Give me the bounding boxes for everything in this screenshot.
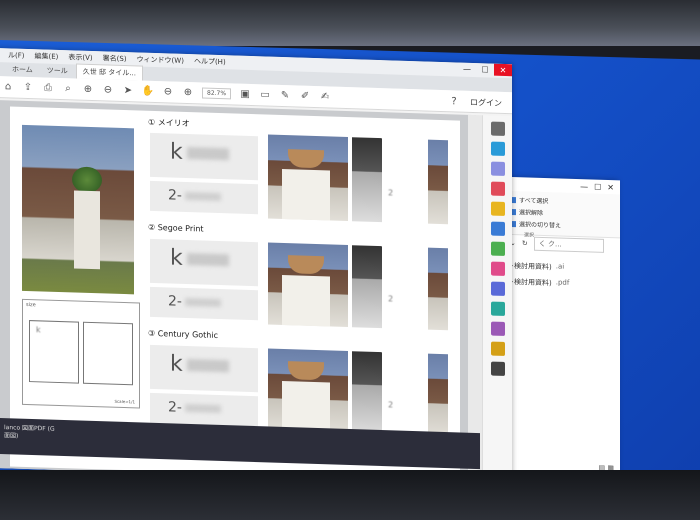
- menu-sign[interactable]: 署名(S): [103, 53, 127, 64]
- size-diagram: size k Scale=1/1: [22, 298, 140, 409]
- menu-edit[interactable]: 編集(E): [35, 51, 59, 62]
- monitor-bezel-bottom: [0, 470, 700, 520]
- next-page-icon[interactable]: ⊖: [102, 84, 114, 96]
- maximize-icon[interactable]: ☐: [476, 63, 494, 76]
- size-label: size: [26, 301, 36, 309]
- zoom-in-icon[interactable]: ⊕: [182, 86, 194, 98]
- draw-icon[interactable]: ✐: [299, 90, 311, 102]
- preview-photo: [268, 348, 348, 434]
- sample-number-text: 2-: [168, 187, 221, 205]
- menu-window[interactable]: ウィンドウ(W): [137, 54, 184, 65]
- tab-home[interactable]: ホーム: [6, 62, 39, 77]
- more-tools-icon[interactable]: [490, 361, 505, 376]
- search-input[interactable]: く ク...: [533, 236, 604, 253]
- export-pdf-icon[interactable]: [490, 181, 505, 196]
- section-title: ② Segoe Print: [148, 222, 204, 234]
- name-sample: k: [150, 132, 258, 181]
- create-pdf-icon[interactable]: [490, 141, 505, 156]
- zoom-out-icon[interactable]: ⊖: [162, 86, 174, 98]
- number-sample: 2-: [150, 392, 258, 427]
- preview-photo-side: [352, 351, 382, 435]
- entrance-photo: [22, 124, 134, 295]
- sample-number-text: 2-: [168, 399, 221, 417]
- save-icon[interactable]: ⌂: [2, 81, 14, 93]
- organize-pages-icon[interactable]: [490, 221, 505, 236]
- refresh-icon[interactable]: ↻: [522, 239, 528, 247]
- login-button[interactable]: ログイン: [470, 96, 502, 108]
- close-icon[interactable]: ✕: [494, 63, 512, 77]
- tools-panel: [482, 115, 512, 485]
- preview-photo-edge: [428, 247, 448, 331]
- blurred-text: k: [36, 325, 41, 335]
- pdf-viewer-window: ル(F) 編集(E) 表示(V) 署名(S) ウィンドウ(W) ヘルプ(H) —…: [0, 48, 512, 485]
- zoom-level-select[interactable]: 82.7%: [202, 87, 232, 100]
- number-sample: 2-: [150, 180, 258, 215]
- optimize-pdf-icon[interactable]: [490, 301, 505, 316]
- size-rect-front: k: [29, 320, 79, 384]
- upload-icon[interactable]: ⇪: [22, 81, 34, 93]
- file-item[interactable]: ント検討用資料) .pdf: [500, 277, 620, 291]
- menu-file[interactable]: ル(F): [8, 50, 25, 61]
- preview-photo: [268, 134, 348, 222]
- section-title: ① メイリオ: [148, 117, 190, 129]
- stamp-icon[interactable]: [490, 341, 505, 356]
- comment-tool-icon[interactable]: [490, 201, 505, 216]
- plant-image: [72, 166, 102, 194]
- edit-pdf-icon[interactable]: [490, 321, 505, 336]
- comment-icon[interactable]: ▭: [259, 89, 271, 101]
- menu-help[interactable]: ヘルプ(H): [194, 56, 226, 67]
- sign-icon[interactable]: ✍: [319, 91, 331, 103]
- fill-sign-icon[interactable]: [490, 261, 505, 276]
- menu-view[interactable]: 表示(V): [68, 52, 92, 63]
- combine-files-icon[interactable]: [490, 161, 505, 176]
- highlight-icon[interactable]: ✎: [279, 89, 291, 101]
- preview-photo-side: [352, 245, 382, 329]
- taskbar-item[interactable]: lanco 図面PDF (G 面図): [4, 424, 55, 442]
- preview-photo-edge: [428, 353, 448, 437]
- sample-name-text: k: [170, 245, 229, 272]
- minimize-icon[interactable]: —: [458, 63, 476, 76]
- tab-tools[interactable]: ツール: [41, 63, 74, 78]
- toolbar-right: ? ログイン: [448, 90, 502, 114]
- sample-number-text: 2-: [168, 293, 221, 311]
- number-sample: 2-: [150, 286, 258, 321]
- preview-photo-edge: [428, 139, 448, 225]
- hand-tool-icon[interactable]: ✋: [142, 85, 154, 97]
- vertical-scrollbar[interactable]: [468, 114, 482, 485]
- name-sample: k: [150, 344, 258, 393]
- name-sample: k: [150, 238, 258, 287]
- scale-label: Scale=1/1: [114, 398, 135, 405]
- select-cursor-icon[interactable]: ➤: [122, 84, 134, 96]
- maximize-icon[interactable]: ☐: [594, 182, 601, 191]
- fit-page-icon[interactable]: ▣: [239, 88, 251, 100]
- close-icon[interactable]: ✕: [607, 183, 614, 192]
- sample-name-text: k: [170, 139, 229, 166]
- preview-photo-side: [352, 137, 382, 223]
- compare-files-icon[interactable]: [490, 241, 505, 256]
- zoom-tool-icon[interactable]: [490, 121, 505, 136]
- size-rect-side: [83, 321, 133, 386]
- select-none-button[interactable]: 選択解除: [510, 207, 620, 219]
- window-controls: — ☐ ✕: [458, 63, 512, 77]
- pillar-image: [74, 190, 100, 270]
- protect-icon[interactable]: [490, 281, 505, 296]
- sample-name-text: k: [170, 351, 229, 378]
- invert-selection-button[interactable]: 選択の切り替え: [510, 219, 620, 231]
- preview-photo: [268, 242, 348, 328]
- search-icon[interactable]: ⌕: [62, 83, 74, 95]
- file-item[interactable]: ント検討用資料) .ai: [500, 261, 620, 275]
- print-icon[interactable]: ⎙: [42, 82, 54, 94]
- select-all-button[interactable]: すべて選択: [510, 195, 620, 207]
- monitor-bezel-top: [0, 0, 700, 46]
- prev-page-icon[interactable]: ⊕: [82, 83, 94, 95]
- minimize-icon[interactable]: —: [580, 182, 588, 191]
- section-title: ③ Century Gothic: [148, 328, 218, 340]
- help-icon[interactable]: ?: [448, 95, 460, 107]
